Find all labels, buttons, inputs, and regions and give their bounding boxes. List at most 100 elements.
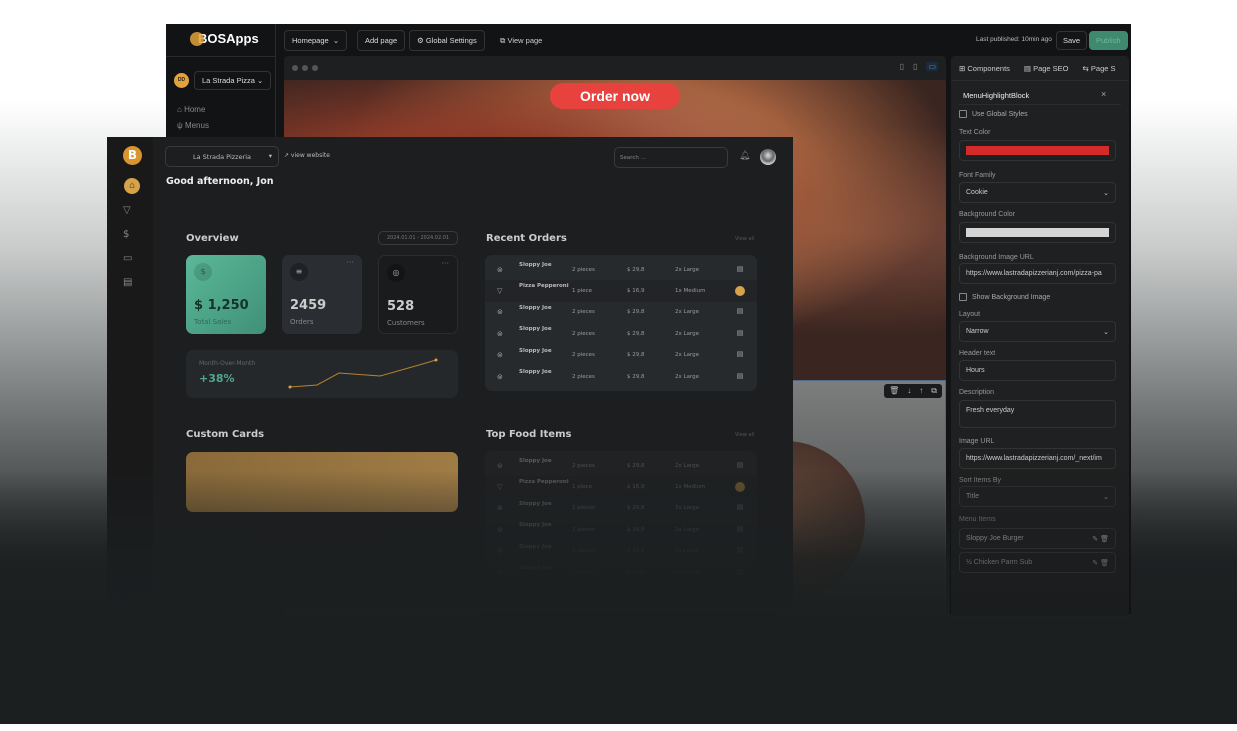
external-link-icon: ⧉ xyxy=(500,36,506,45)
view-all-link[interactable]: View all xyxy=(735,432,754,438)
global-settings-button[interactable]: ⚙ Global Settings xyxy=(409,30,485,51)
item-name: Pizza Pepperoni xyxy=(519,283,569,290)
desktop-view-icon[interactable]: ▭ xyxy=(926,62,938,71)
description-textarea[interactable]: Fresh everyday xyxy=(959,400,1116,428)
layout-select[interactable]: Narrow ⌄ xyxy=(959,321,1116,342)
description-label: Description xyxy=(959,389,995,396)
mom-card: Month-Over-Month +38% xyxy=(186,350,458,398)
recent-orders-table: ⊜ Sloppy Joe 2 pieces $ 29,8 2x Large ▤ ▽… xyxy=(485,255,757,392)
add-page-button[interactable]: Add page xyxy=(357,30,406,51)
user-avatar[interactable] xyxy=(760,149,776,165)
table-row[interactable]: ⊜ Sloppy Joe 2 pieces $ 29,8 2x Large ▤ xyxy=(485,302,757,323)
date-range-picker[interactable]: 2024.01.01 - 2024.02.01 xyxy=(378,231,458,245)
table-row[interactable]: ⊜ Sloppy Joe 2 pieces $ 29,8 2x Large ▤ xyxy=(485,345,757,366)
pizza-icon[interactable]: ▽ xyxy=(123,205,131,216)
more-icon[interactable]: ··· xyxy=(441,259,449,268)
bell-icon[interactable]: 🔔︎ xyxy=(739,151,750,161)
orders-card[interactable]: ≡ ··· 2459 Orders xyxy=(282,255,362,334)
item-name: Sloppy Joe xyxy=(519,326,552,333)
publish-button[interactable]: Publish xyxy=(1089,31,1128,50)
bottom-fade-right xyxy=(1131,470,1237,620)
bottom-fade xyxy=(0,470,950,620)
item-price: $ 29,8 xyxy=(627,373,645,380)
move-up-icon[interactable]: ↑ xyxy=(919,386,923,396)
text-color-label: Text Color xyxy=(959,129,991,136)
receipt-icon[interactable]: ▤ xyxy=(735,329,745,339)
view-website-link[interactable]: ↗ view website xyxy=(284,152,330,159)
edit-delete-icons[interactable]: ✎ 🗑 xyxy=(1092,559,1109,567)
bg-color-field[interactable] xyxy=(959,222,1116,243)
receipt-icon[interactable]: ▤ xyxy=(735,372,745,382)
tab-page-seo[interactable]: ▤ Page SEO xyxy=(1024,64,1069,73)
dollar-icon[interactable]: $ xyxy=(123,229,129,240)
text-color-field[interactable] xyxy=(959,140,1116,161)
save-button[interactable]: Save xyxy=(1056,31,1088,50)
use-global-styles-checkbox[interactable]: Use Global Styles xyxy=(959,110,1028,118)
mom-sparkline xyxy=(288,358,438,389)
more-icon[interactable]: ··· xyxy=(250,258,258,267)
sort-label: Sort Items By xyxy=(959,477,1002,484)
more-icon[interactable]: ··· xyxy=(346,258,354,267)
image-url-input[interactable]: https://www.lastradapizzerianj.com/_next… xyxy=(959,448,1116,469)
delete-icon[interactable]: 🗑 xyxy=(889,386,899,396)
last-published: Last published: 10min ago xyxy=(976,36,1052,43)
dollar-circle-icon: $ xyxy=(194,263,212,281)
restaurant-avatar: DD xyxy=(174,73,189,88)
menu-item[interactable]: ½ Chicken Parm Sub ✎ 🗑 xyxy=(959,552,1116,573)
tab-page-settings[interactable]: ⇆ Page S xyxy=(1083,64,1116,73)
header-text-input[interactable]: Hours xyxy=(959,360,1116,381)
search-input[interactable]: Search ... xyxy=(614,147,728,168)
user-icon: ◎ xyxy=(387,264,405,282)
restaurant-select[interactable]: La Strada Pizza ⌄ xyxy=(194,71,272,90)
bg-color-swatch xyxy=(966,228,1109,237)
total-sales-card[interactable]: $ ··· $ 1,250 Total Sales xyxy=(186,255,266,334)
table-row[interactable]: ⊜ Sloppy Joe 2 pieces $ 29,8 2x Large ▤ xyxy=(485,259,757,280)
checkbox-label: Show Background Image xyxy=(972,293,1051,301)
show-bg-image-checkbox[interactable]: Show Background Image xyxy=(959,293,1050,301)
edit-delete-icons[interactable]: ✎ 🗑 xyxy=(1092,535,1109,543)
receipt-icon[interactable]: ▤ xyxy=(735,286,745,297)
header-text-label: Header text xyxy=(959,350,996,357)
block-toolbar: 🗑 ↓ ↑ ⧉ xyxy=(884,384,942,398)
item-price: $ 29,8 xyxy=(627,352,645,359)
item-qty: 2 pieces xyxy=(572,373,595,380)
nav-home[interactable]: ⌂ Home xyxy=(177,105,205,114)
nav-menus[interactable]: ψ Menus xyxy=(177,121,209,130)
close-icon[interactable]: × xyxy=(1101,89,1106,99)
store-icon[interactable]: ▤ xyxy=(123,277,132,288)
tab-components[interactable]: ⊞ Components xyxy=(959,64,1010,73)
duplicate-icon[interactable]: ⧉ xyxy=(931,386,937,396)
sort-select[interactable]: Title ⌄ xyxy=(959,486,1116,507)
card-label: Orders xyxy=(290,318,314,326)
font-family-select[interactable]: Cookie ⌄ xyxy=(959,182,1116,203)
card-value: 2459 xyxy=(290,298,327,313)
card-label: Customers xyxy=(387,319,425,327)
properties-panel: ⊞ Components ▤ Page SEO ⇆ Page S MenuHig… xyxy=(951,56,1129,616)
move-down-icon[interactable]: ↓ xyxy=(907,386,911,396)
customers-card[interactable]: ◎ ··· 528 Customers xyxy=(378,255,458,334)
receipt-icon[interactable]: ▤ xyxy=(735,350,745,360)
restaurant-select[interactable]: La Strada Pizzeria ▾ xyxy=(165,146,279,167)
view-all-link[interactable]: View all xyxy=(735,236,754,242)
view-page-link[interactable]: ⧉ View page xyxy=(500,36,542,46)
receipt-icon[interactable]: ▤ xyxy=(735,307,745,317)
mobile-view-icon[interactable]: ▯ xyxy=(900,62,904,71)
item-qty: 2 pieces xyxy=(572,330,595,337)
page-select[interactable]: Homepage ⌄ xyxy=(284,30,348,51)
menu-item[interactable]: Sloppy Joe Burger ✎ 🗑 xyxy=(959,528,1116,549)
item-price: $ 29,8 xyxy=(627,330,645,337)
tablet-view-icon[interactable]: ▯ xyxy=(913,62,917,71)
bg-image-input[interactable]: https://www.lastradapizzerianj.com/pizza… xyxy=(959,263,1116,284)
receipt-icon[interactable]: ▤ xyxy=(735,265,745,275)
home-icon[interactable]: ⌂ xyxy=(124,178,140,194)
table-row[interactable]: ▽ Pizza Pepperoni 1 piece $ 16,9 1x Medi… xyxy=(485,280,757,302)
item-price: $ 29,8 xyxy=(627,266,645,273)
custom-cards-heading: Custom Cards xyxy=(186,429,265,440)
nav-label: Home xyxy=(184,105,206,114)
item-name: Sloppy Joe xyxy=(519,347,552,354)
table-row[interactable]: ⊜ Sloppy Joe 2 pieces $ 29,8 2x Large ▤ xyxy=(485,366,757,387)
table-row[interactable]: ⊜ Sloppy Joe 2 pieces $ 29,8 2x Large ▤ xyxy=(485,323,757,344)
card-icon[interactable]: ▭ xyxy=(123,253,132,264)
item-size: 2x Large xyxy=(675,352,699,359)
order-now-button[interactable]: Order now xyxy=(550,83,680,109)
